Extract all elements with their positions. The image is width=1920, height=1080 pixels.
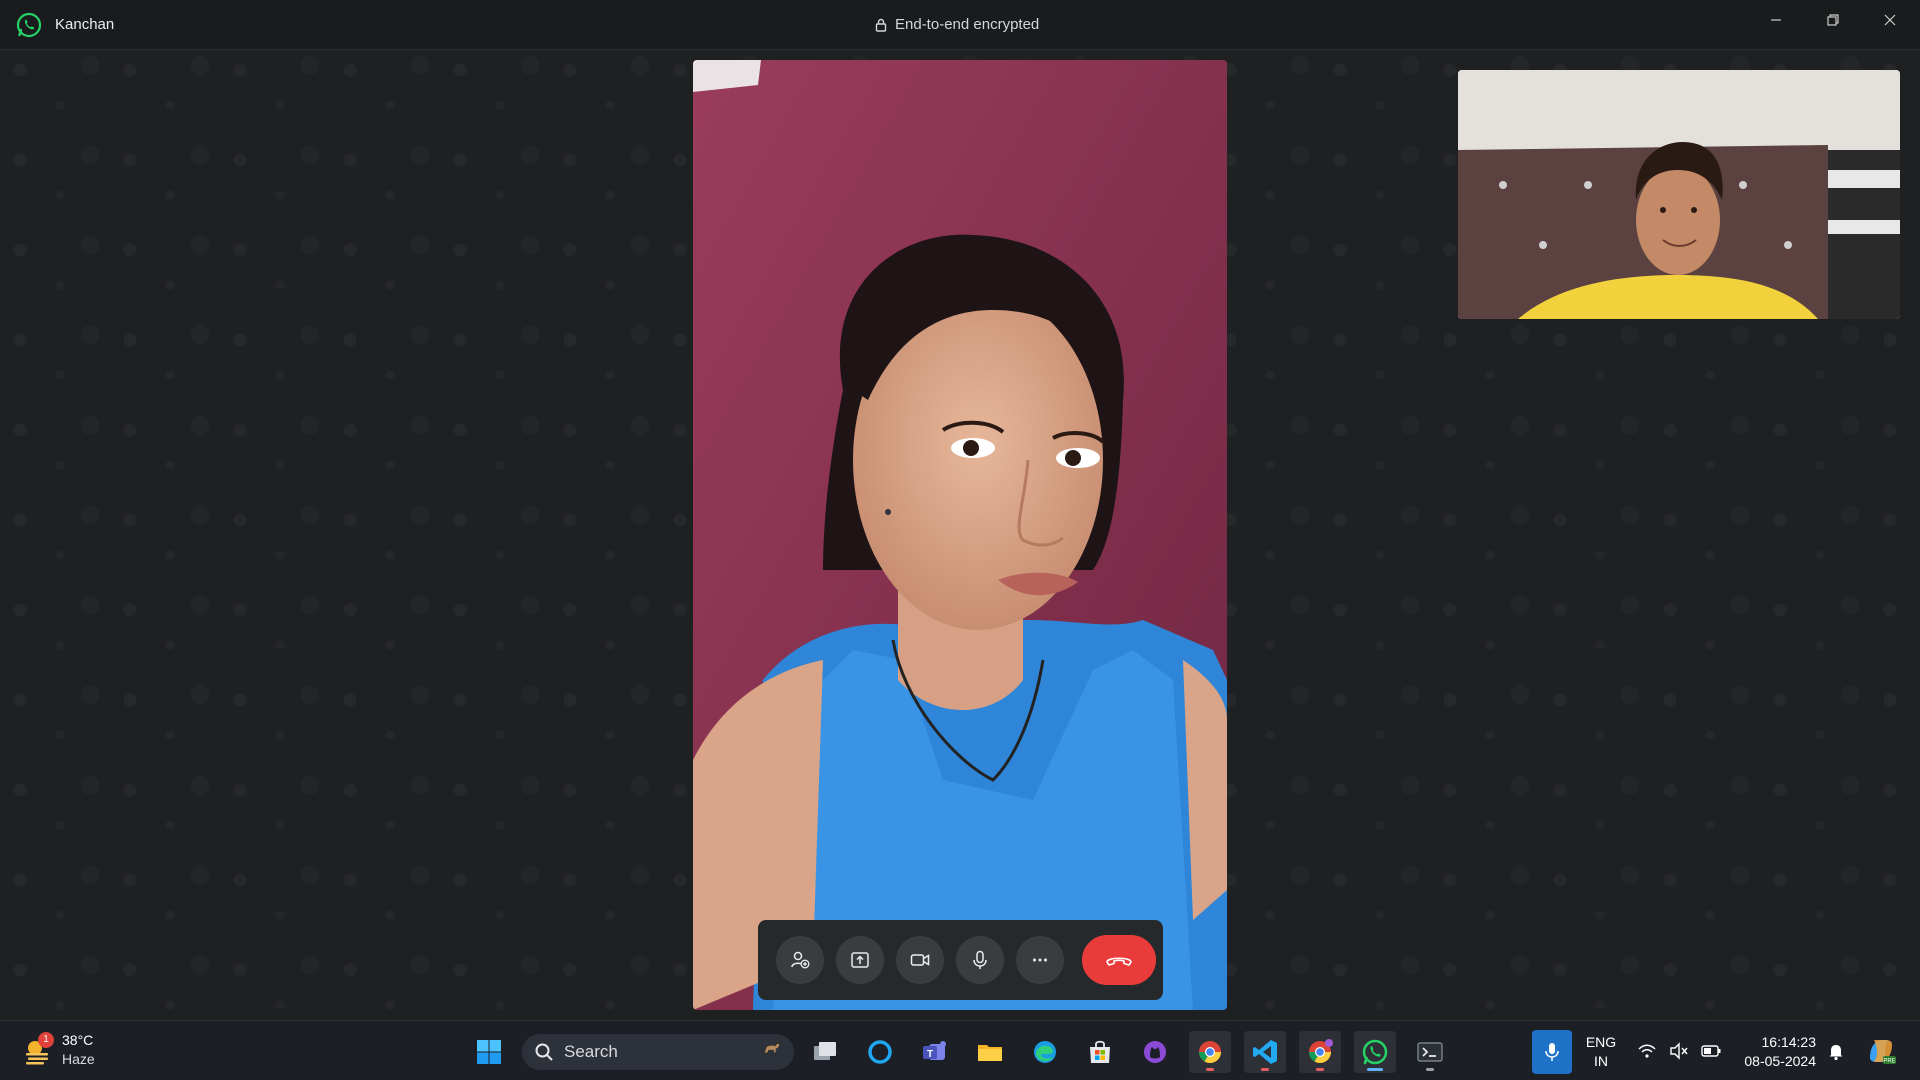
lock-icon [875, 18, 887, 32]
self-video-preview[interactable] [1458, 70, 1900, 319]
minimize-button[interactable] [1748, 0, 1804, 40]
microphone-toggle-button[interactable] [956, 936, 1004, 984]
camera-toggle-button[interactable] [896, 936, 944, 984]
copilot-icon[interactable]: PRE [1864, 1034, 1898, 1068]
end-call-button[interactable] [1082, 935, 1156, 985]
input-language-indicator[interactable]: ENG IN [1582, 1033, 1620, 1071]
encryption-label: End-to-end encrypted [895, 16, 1040, 33]
taskbar-microsoft-store[interactable] [1079, 1031, 1121, 1073]
close-icon [1884, 14, 1896, 26]
video-camera-icon [910, 954, 930, 966]
microphone-in-use-indicator[interactable] [1532, 1030, 1572, 1074]
restore-icon [1827, 14, 1839, 26]
notification-bell-icon[interactable] [1826, 1041, 1846, 1061]
task-view-icon [814, 1042, 836, 1060]
taskbar-edge[interactable] [1024, 1031, 1066, 1073]
taskbar-task-view[interactable] [804, 1031, 846, 1073]
share-screen-button[interactable] [836, 936, 884, 984]
teams-icon: T [923, 1041, 946, 1060]
volume-muted-icon [1670, 1042, 1688, 1060]
self-participant-image [1458, 70, 1900, 319]
taskbar-file-explorer[interactable] [969, 1031, 1011, 1073]
terminal-icon [1417, 1042, 1443, 1062]
taskbar-chrome-profile-2[interactable] [1299, 1031, 1341, 1073]
whatsapp-icon [1362, 1039, 1388, 1065]
svg-text:T: T [927, 1049, 933, 1060]
remote-video-feed [693, 60, 1227, 1010]
search-label: Search [564, 1042, 618, 1061]
windows-taskbar: 1 38°C Haze Search T ENG IN 16:14:23 08-… [0, 1020, 1920, 1080]
start-button[interactable] [468, 1031, 510, 1073]
more-options-button[interactable] [1016, 936, 1064, 984]
search-highlight-horse-icon [764, 1042, 780, 1053]
call-control-bar [758, 920, 1163, 1000]
contact-name: Kanchan [55, 16, 115, 33]
battery-icon [1701, 1045, 1721, 1057]
share-screen-icon [851, 952, 869, 968]
remote-participant-image [693, 60, 1227, 1010]
region-code: IN [1594, 1053, 1608, 1069]
windows-logo-icon [477, 1040, 501, 1064]
github-icon [1144, 1041, 1166, 1063]
title-bar: Kanchan End-to-end encrypted [0, 0, 1920, 50]
more-dots-icon [1033, 958, 1047, 962]
clock-date: 08-05-2024 [1744, 1053, 1816, 1069]
taskbar-terminal[interactable] [1409, 1031, 1451, 1073]
microphone-icon [973, 950, 987, 969]
weather-haze-icon: 1 [22, 1032, 54, 1066]
taskbar-teams[interactable]: T [914, 1031, 956, 1073]
svg-text:PRE: PRE [1883, 1059, 1895, 1065]
system-clock[interactable]: 16:14:23 08-05-2024 [1736, 1033, 1816, 1071]
close-button[interactable] [1862, 0, 1918, 40]
store-bag-icon [1090, 1040, 1110, 1063]
whatsapp-logo-icon [16, 12, 42, 38]
phone-hangup-icon [1106, 957, 1132, 966]
edge-browser-icon [1034, 1041, 1056, 1063]
add-participant-button[interactable] [776, 936, 824, 984]
minimize-icon [1771, 19, 1781, 21]
system-tray-icons[interactable] [1637, 1041, 1721, 1061]
vscode-icon [1253, 1040, 1277, 1064]
chrome-icon [1199, 1041, 1221, 1063]
folder-icon [978, 1045, 1002, 1061]
taskbar-chrome-profile-1[interactable] [1189, 1031, 1231, 1073]
taskbar-whatsapp[interactable] [1354, 1031, 1396, 1073]
wifi-icon [1638, 1044, 1656, 1058]
chrome-icon [1309, 1039, 1333, 1063]
clock-time: 16:14:23 [1761, 1034, 1817, 1050]
search-icon [535, 1043, 553, 1061]
language-code: ENG [1585, 1034, 1617, 1050]
taskbar-search-box[interactable]: Search [522, 1034, 794, 1070]
add-person-icon [791, 951, 810, 969]
weather-temperature: 38°C [62, 1032, 94, 1048]
taskbar-vscode[interactable] [1244, 1031, 1286, 1073]
cortana-ring-icon [868, 1040, 892, 1064]
encryption-status: End-to-end encrypted [875, 16, 1039, 33]
weather-condition: Haze [62, 1051, 95, 1067]
taskbar-cortana[interactable] [859, 1031, 901, 1073]
microphone-icon [1545, 1043, 1559, 1061]
restore-button[interactable] [1805, 0, 1861, 40]
weather-alert-badge: 1 [38, 1032, 54, 1048]
taskbar-github-desktop[interactable] [1134, 1031, 1176, 1073]
weather-widget[interactable]: 1 38°C Haze [22, 1031, 95, 1069]
